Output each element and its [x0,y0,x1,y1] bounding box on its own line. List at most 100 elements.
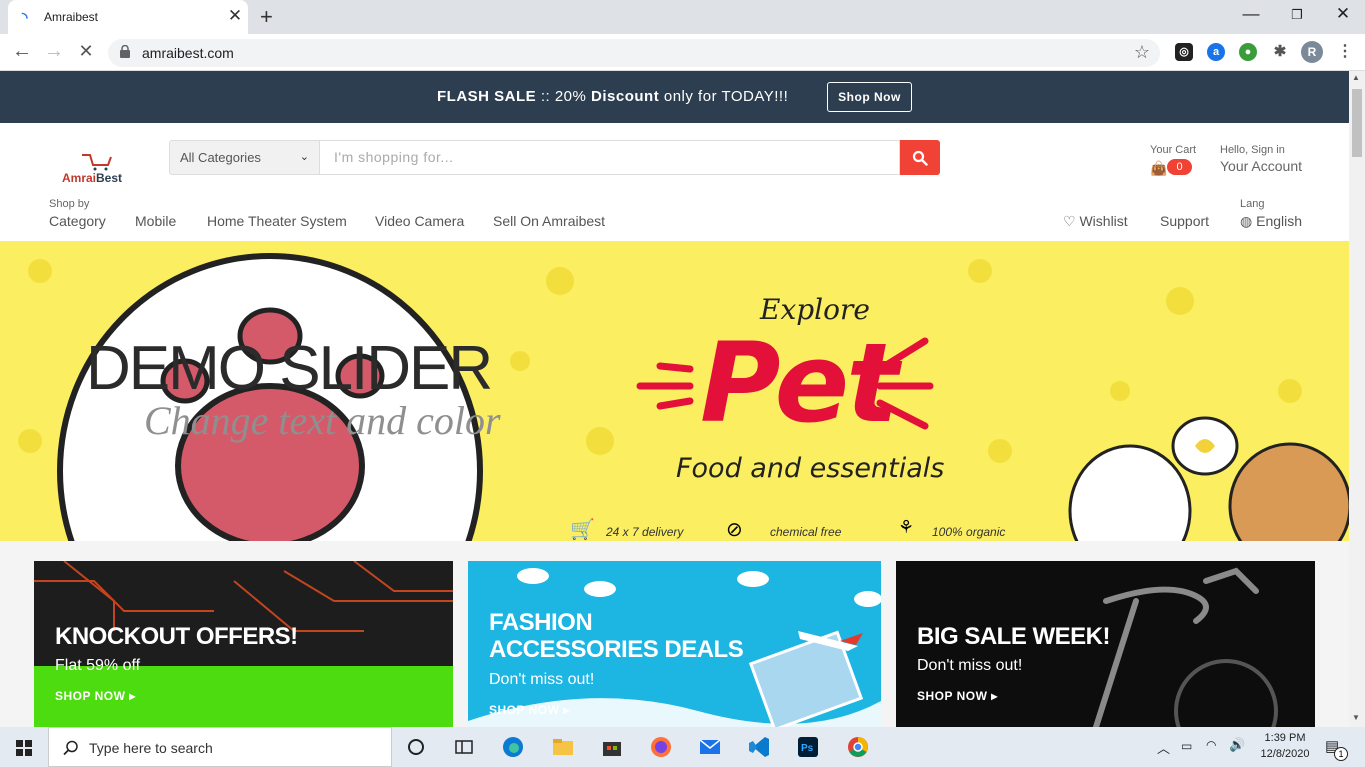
back-button[interactable]: ← [10,40,34,63]
store-icon[interactable] [600,735,624,759]
cart-count-badge[interactable]: 0 [1167,159,1192,175]
mail-icon[interactable] [698,735,722,759]
taskbar-search-text: Type here to search [89,740,213,756]
flash-sale-label: FLASH SALE [437,88,537,105]
vscode-icon[interactable] [747,735,771,759]
pet-text: Pet [700,319,899,447]
photoshop-icon[interactable]: Ps [796,735,820,759]
nav-sell[interactable]: Sell On Amraibest [493,213,605,229]
stop-loading-button[interactable]: ✕ [74,41,98,62]
start-button[interactable] [0,727,48,767]
banner-fashion-link-label: SHOP NOW [489,703,560,717]
banner-fashion-title-2: ACCESSORIES DEALS [489,636,744,663]
scroll-up-arrow-icon[interactable]: ▲ [1352,73,1360,82]
cart-bag-icon[interactable]: 👜 [1150,160,1167,177]
search-icon [63,740,78,756]
browser-tab-strip: ◝ Amraibest ✕ + — ❐ ✕ [0,0,1365,34]
banner-big-sale-link[interactable]: SHOP NOW ▸ [917,689,998,703]
banner-big-sale[interactable]: BIG SALE WEEK! Don't miss out! SHOP NOW … [896,561,1315,727]
banner-big-sale-sub: Don't miss out! [917,657,1023,674]
extension-icon[interactable]: ● [1239,43,1257,61]
flash-sale-text: FLASH SALE :: 20% Discount only for TODA… [437,88,788,105]
caret-right-icon: ▸ [129,689,136,703]
address-bar[interactable]: amraibest.com ☆ [108,39,1160,67]
extension-icon[interactable]: a [1207,43,1225,61]
lock-icon [120,45,130,58]
nav-wishlist[interactable]: ♡ Wishlist [1063,213,1128,230]
banner-knockout-title: KNOCKOUT OFFERS! [55,623,298,650]
windows-taskbar: Type here to search Ps ︿ ▭ ◠ 🔊 1:39 PM 1… [0,727,1365,767]
language-select[interactable]: ◍ English [1240,213,1302,230]
cortana-icon[interactable] [404,735,428,759]
chrome-icon[interactable] [846,735,870,759]
volume-icon[interactable]: 🔊 [1229,737,1245,753]
browser-tab[interactable]: ◝ Amraibest ✕ [8,0,248,34]
nav-video-camera[interactable]: Video Camera [375,213,464,229]
chevron-up-icon[interactable]: ︿ [1157,738,1170,757]
scroll-down-arrow-icon[interactable]: ▼ [1352,713,1360,722]
hero-slider[interactable]: DEMO SLIDER Change text and color Explor… [0,241,1349,541]
search-button[interactable] [900,140,940,175]
sign-in-greeting: Hello, Sign in [1220,144,1285,156]
clock-date[interactable]: 12/8/2020 [1255,748,1315,760]
file-explorer-icon[interactable] [551,735,575,759]
cart-icon: 🛒 [570,519,595,541]
extension-icon[interactable]: ◎ [1175,43,1193,61]
banner-knockout[interactable]: KNOCKOUT OFFERS! Flat 59% off SHOP NOW ▸ [34,561,453,727]
feature-delivery: 24 x 7 delivery [606,525,684,539]
profile-avatar[interactable]: R [1301,41,1323,63]
restore-button[interactable]: ❐ [1282,7,1312,23]
logo-brand-a: Amrai [62,171,97,185]
nav-category[interactable]: Category [49,213,106,229]
minimize-button[interactable]: — [1236,4,1266,24]
close-tab-icon[interactable]: ✕ [226,6,244,26]
new-tab-button[interactable]: + [260,4,273,30]
bookmark-star-icon[interactable]: ☆ [1134,42,1150,63]
lang-label: Lang [1240,198,1265,210]
logo-text: AmraiBest [62,171,122,185]
scroll-thumb[interactable] [1352,89,1362,157]
wifi-icon[interactable]: ◠ [1206,738,1216,752]
site-header: AmraiBest All Categories ⌄ I'm shopping … [0,123,1349,241]
flash-sale-separator: :: 20% [536,88,592,105]
banner-fashion-link[interactable]: SHOP NOW ▸ [489,703,570,717]
shop-now-button[interactable]: Shop Now [827,82,912,112]
battery-icon[interactable]: ▭ [1181,739,1192,753]
globe-icon: ◍ [1240,213,1253,229]
your-account-link[interactable]: Your Account [1220,158,1302,174]
task-view-icon[interactable] [452,735,476,759]
category-select[interactable]: All Categories ⌄ [169,140,320,175]
page-scrollbar[interactable]: ▲ ▼ [1349,71,1365,727]
site-logo[interactable]: AmraiBest [62,151,142,187]
clock-time[interactable]: 1:39 PM [1261,732,1309,744]
nav-home-theater[interactable]: Home Theater System [207,213,347,229]
caret-right-icon: ▸ [563,703,570,717]
slider-title: DEMO SLIDER [86,334,493,403]
promo-banners: KNOCKOUT OFFERS! Flat 59% off SHOP NOW ▸… [0,541,1349,727]
edge-icon[interactable] [501,735,525,759]
forward-button[interactable]: → [42,40,66,63]
extensions-puzzle-icon[interactable]: ✱ [1271,43,1289,61]
category-select-value: All Categories [180,150,261,165]
nav-mobile[interactable]: Mobile [135,213,176,229]
flash-sale-bar: FLASH SALE :: 20% Discount only for TODA… [0,71,1349,123]
search-input[interactable]: I'm shopping for... [320,140,900,175]
logo-mark-icon [82,154,112,171]
close-window-button[interactable]: ✕ [1328,4,1358,24]
banner-knockout-link[interactable]: SHOP NOW ▸ [55,689,136,703]
cart-label: Your Cart [1150,144,1197,156]
nav-support[interactable]: Support [1160,213,1209,229]
slider-subtitle: Change text and color [144,398,501,443]
feature-chemical-free: chemical free [770,525,842,539]
windows-logo-icon [16,740,32,756]
feature-organic: 100% organic [932,525,1006,539]
flash-discount-word: Discount [591,88,660,105]
heart-icon: ♡ [1063,213,1076,229]
tab-title: Amraibest [44,10,99,24]
banner-fashion[interactable]: FASHION ACCESSORIES DEALS Don't miss out… [468,561,881,727]
caret-right-icon: ▸ [991,689,998,703]
notification-count-badge: 1 [1334,747,1348,761]
menu-kebab-icon[interactable]: ⋮ [1336,43,1354,61]
firefox-icon[interactable] [649,735,673,759]
taskbar-search-box[interactable]: Type here to search [48,727,392,767]
